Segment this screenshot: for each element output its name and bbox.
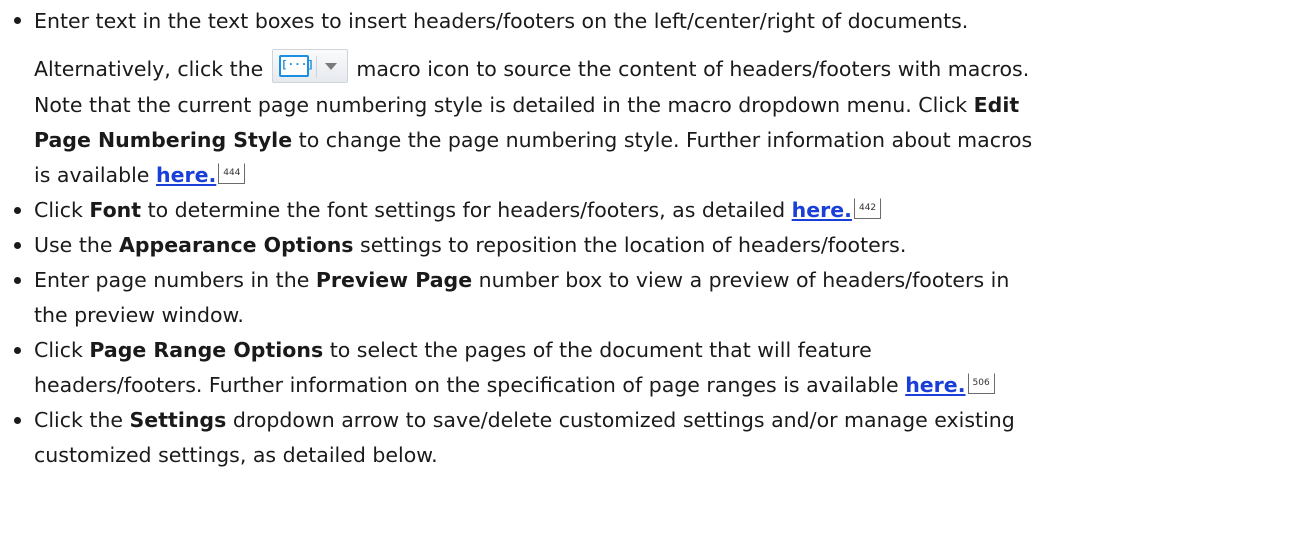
item-1-alt-line: Alternatively, click the [···] macro ico… — [34, 49, 1030, 87]
page-reference-506: 506 — [967, 372, 995, 394]
chevron-down-icon — [324, 63, 337, 70]
font-help-link[interactable]: here. — [792, 198, 852, 222]
item-1-line-1: Enter text in the text boxes to insert h… — [34, 4, 1304, 39]
item-4-line-2-text: the preview window. — [34, 303, 244, 327]
item-3-bold: Appearance Options — [119, 233, 354, 257]
item-3-post: settings to reposition the location of h… — [360, 233, 907, 257]
item-1-style-line: Page Numbering Style to change the page … — [34, 123, 1032, 158]
item-4-post: number box to view a preview of headers/… — [478, 268, 1010, 292]
item-1-style-text: to change the page numbering style. Furt… — [298, 128, 1033, 152]
item-1-edit-bold: Edit — [973, 93, 1020, 117]
item-5-line-2: headers/footers. Further information on … — [34, 368, 995, 403]
item-5-line-2-text: headers/footers. Further information on … — [34, 373, 899, 397]
help-document: Enter text in the text boxes to insert h… — [0, 0, 1312, 533]
item-5-post: to select the pages of the document that… — [329, 338, 872, 362]
item-1-avail-line: is available here. 444 — [34, 158, 246, 193]
item-2: Click Font to determine the font setting… — [34, 193, 1304, 228]
macro-dropdown-button[interactable]: [···] — [271, 49, 348, 83]
page-reference-444: 444 — [218, 162, 246, 184]
item-1-alt-pre: Alternatively, click the — [34, 57, 264, 81]
item-1-text: Enter text in the text boxes to insert h… — [34, 9, 969, 33]
bullet-5 — [14, 347, 21, 354]
item-6-line-2: customized settings, as detailed below. — [34, 438, 438, 473]
bullet-2 — [14, 207, 21, 214]
item-4-line-1: Enter page numbers in the Preview Page n… — [34, 263, 1304, 298]
item-2-post: to determine the font settings for heade… — [147, 198, 786, 222]
macro-button-separator — [315, 56, 317, 78]
item-6-pre: Click the — [34, 408, 124, 432]
item-6-line-2-text: customized settings, as detailed below. — [34, 443, 438, 467]
item-1-note-text: Note that the current page numbering sty… — [34, 93, 968, 117]
item-4-line-2: the preview window. — [34, 298, 244, 333]
bullet-4 — [14, 277, 21, 284]
page-ranges-help-link[interactable]: here. — [905, 373, 965, 397]
item-1-style-bold: Page Numbering Style — [34, 128, 293, 152]
item-6-bold: Settings — [129, 408, 227, 432]
item-2-bold: Font — [89, 198, 142, 222]
bullet-3 — [14, 242, 21, 249]
item-3-pre: Use the — [34, 233, 113, 257]
item-1-avail-text: is available — [34, 163, 150, 187]
page-reference-442: 442 — [853, 197, 882, 219]
item-6-line-1: Click the Settings dropdown arrow to sav… — [34, 403, 1304, 438]
item-4-pre: Enter page numbers in the — [34, 268, 310, 292]
item-5-line-1: Click Page Range Options to select the p… — [34, 333, 1304, 368]
bullet-1 — [14, 17, 21, 24]
bullet-6 — [14, 417, 21, 424]
item-1-note-line: Note that the current page numbering sty… — [34, 88, 1019, 123]
macro-icon: [···] — [278, 55, 314, 77]
macros-help-link[interactable]: here. — [156, 163, 216, 187]
item-4-bold: Preview Page — [315, 268, 473, 292]
item-2-pre: Click — [34, 198, 83, 222]
item-5-bold: Page Range Options — [89, 338, 324, 362]
item-6-post: dropdown arrow to save/delete customized… — [232, 408, 1015, 432]
item-3: Use the Appearance Options settings to r… — [34, 228, 1304, 263]
item-1-alt-post: macro icon to source the content of head… — [356, 57, 1030, 81]
item-5-pre: Click — [34, 338, 83, 362]
